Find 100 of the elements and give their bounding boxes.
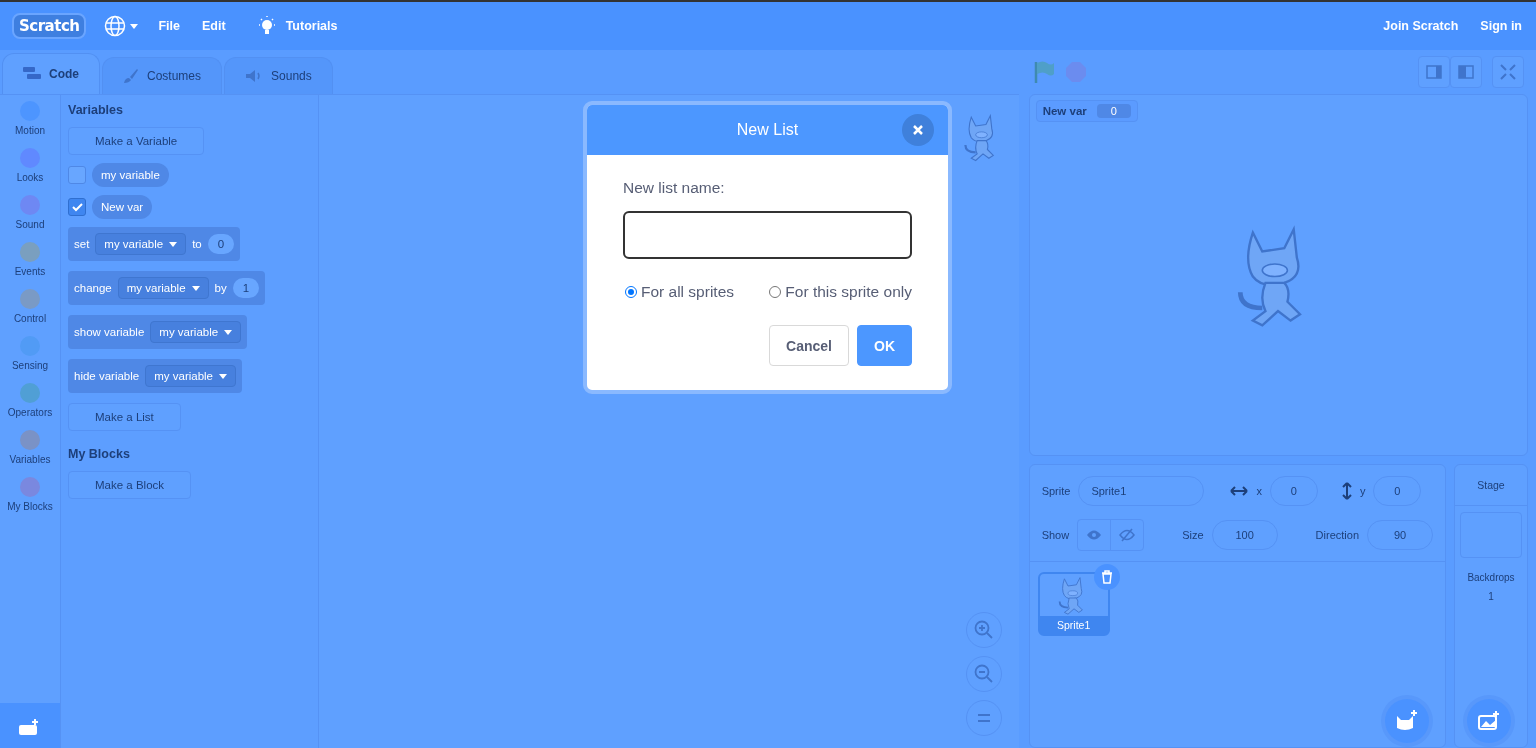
category-label[interactable]: Sound <box>15 219 45 230</box>
hidden-eye-icon <box>1119 528 1136 542</box>
size-field[interactable]: 100 <box>1211 520 1278 550</box>
category-label[interactable]: Sensing <box>11 360 49 371</box>
code-block[interactable]: change my variable by 1 <box>68 271 266 305</box>
field-label: Size <box>1182 529 1204 541</box>
category-label[interactable]: Operators <box>7 407 53 418</box>
sprite-tile[interactable]: Sprite1 <box>1037 572 1110 636</box>
editor-tab[interactable]: Sounds <box>224 57 333 94</box>
extension-icon <box>19 716 41 735</box>
radio-button[interactable] <box>625 286 637 298</box>
caret-icon[interactable] <box>224 329 233 335</box>
variable-dropdown[interactable]: my variable <box>117 277 209 299</box>
y-field[interactable]: 0 <box>1373 476 1422 506</box>
globe-icon[interactable] <box>104 15 127 37</box>
code-block[interactable]: show variable my variable <box>68 315 248 349</box>
radio-label[interactable]: For all sprites <box>641 283 735 301</box>
category-label[interactable]: Motion <box>15 125 45 136</box>
category-label[interactable]: Events <box>14 266 46 277</box>
zoom-in-button[interactable] <box>965 612 1002 648</box>
ok-button[interactable]: OK <box>857 325 912 366</box>
radio-label[interactable]: For this sprite only <box>785 283 912 301</box>
caret-icon[interactable] <box>169 241 178 247</box>
list-name-field[interactable] <box>623 211 912 259</box>
zoom-out-icon <box>973 664 994 684</box>
equals-icon <box>976 713 991 723</box>
block-text: show variable <box>74 326 145 338</box>
menu-item[interactable]: File <box>156 15 182 37</box>
category-label[interactable]: Control <box>13 313 47 324</box>
zoom-out-button[interactable] <box>965 656 1002 692</box>
section-heading: Variables <box>68 103 124 117</box>
menu-item[interactable]: Join Scratch <box>1381 15 1461 37</box>
variable-block[interactable]: New var <box>92 195 153 219</box>
editor-tab[interactable]: Code <box>2 53 100 94</box>
sprite-name: Sprite1 <box>1039 616 1108 634</box>
dialog-title: New List <box>736 121 799 139</box>
x-field[interactable]: 0 <box>1269 476 1318 506</box>
code-block[interactable]: set my variable to 0 <box>68 227 241 261</box>
scratch-logo[interactable]: Scratch <box>12 13 87 39</box>
category-label[interactable]: Variables <box>9 454 51 465</box>
horizontal-arrow-icon <box>1230 486 1249 496</box>
fullscreen-button[interactable] <box>1492 56 1524 88</box>
category-dot[interactable] <box>20 289 40 309</box>
checkbox[interactable] <box>68 166 86 184</box>
variable-dropdown[interactable]: my variable <box>145 365 237 387</box>
caret-icon[interactable] <box>191 285 200 291</box>
delete-button[interactable] <box>1093 564 1120 590</box>
category-label[interactable]: My Blocks <box>7 501 53 512</box>
number-input[interactable]: 1 <box>232 278 260 298</box>
layout-icon <box>1458 65 1474 79</box>
caret-icon[interactable] <box>130 23 139 29</box>
add-extension-button[interactable] <box>0 703 60 748</box>
checkbox[interactable] <box>68 198 86 216</box>
backdrops-label: Backdrops <box>1467 572 1515 583</box>
caret-icon[interactable] <box>219 373 228 379</box>
flag-icon[interactable] <box>1032 60 1055 84</box>
make-variable-button[interactable]: Make a Variable <box>68 127 205 155</box>
menu-item[interactable]: Sign in <box>1478 15 1524 37</box>
block-text: set <box>74 238 90 250</box>
category-dot[interactable] <box>20 242 40 262</box>
monitor-value: 0 <box>1096 104 1131 118</box>
variable-dropdown[interactable]: my variable <box>150 321 242 343</box>
category-dot[interactable] <box>20 195 40 215</box>
direction-field[interactable]: 90 <box>1367 520 1433 550</box>
add-backdrop-button[interactable] <box>1467 699 1511 743</box>
variable-block[interactable]: my variable <box>92 163 169 187</box>
variable-dropdown[interactable]: my variable <box>95 233 187 255</box>
number-input[interactable]: 0 <box>207 234 235 254</box>
category-label[interactable]: Looks <box>16 172 44 183</box>
field-label: Direction <box>1315 529 1359 541</box>
brush-icon <box>123 68 139 84</box>
large-stage-button[interactable] <box>1450 56 1482 88</box>
small-stage-button[interactable] <box>1418 56 1450 88</box>
category-dot[interactable] <box>20 477 40 497</box>
lightbulb-icon[interactable] <box>257 16 276 36</box>
category-dot[interactable] <box>20 383 40 403</box>
radio-button[interactable] <box>769 286 782 298</box>
make-list-button[interactable]: Make a List <box>68 403 181 431</box>
make-block-button[interactable]: Make a Block <box>68 471 192 499</box>
menu-item[interactable]: Tutorials <box>283 15 340 37</box>
category-dot[interactable] <box>20 430 40 450</box>
image-plus-icon <box>1478 711 1500 731</box>
eye-icon <box>1086 529 1103 541</box>
backdrops-count: 1 <box>1488 591 1494 602</box>
add-sprite-button[interactable] <box>1385 699 1429 743</box>
code-block[interactable]: hide variable my variable <box>68 359 243 393</box>
cancel-button[interactable]: Cancel <box>769 325 849 366</box>
editor-tab[interactable]: Costumes <box>102 57 223 94</box>
zoom-in-icon <box>973 620 994 640</box>
trash-icon <box>1100 570 1113 584</box>
menu-item[interactable]: Edit <box>200 15 228 37</box>
block-text: by <box>214 282 227 294</box>
code-icon <box>23 67 41 81</box>
reset-zoom-button[interactable] <box>965 700 1002 736</box>
close-icon <box>913 125 923 135</box>
layout-icon <box>1426 65 1442 79</box>
cat-plus-icon <box>1395 710 1419 732</box>
close-button[interactable] <box>902 114 934 146</box>
field-label: Show <box>1041 529 1070 541</box>
sprite-name-field[interactable]: Sprite1 <box>1078 476 1205 506</box>
